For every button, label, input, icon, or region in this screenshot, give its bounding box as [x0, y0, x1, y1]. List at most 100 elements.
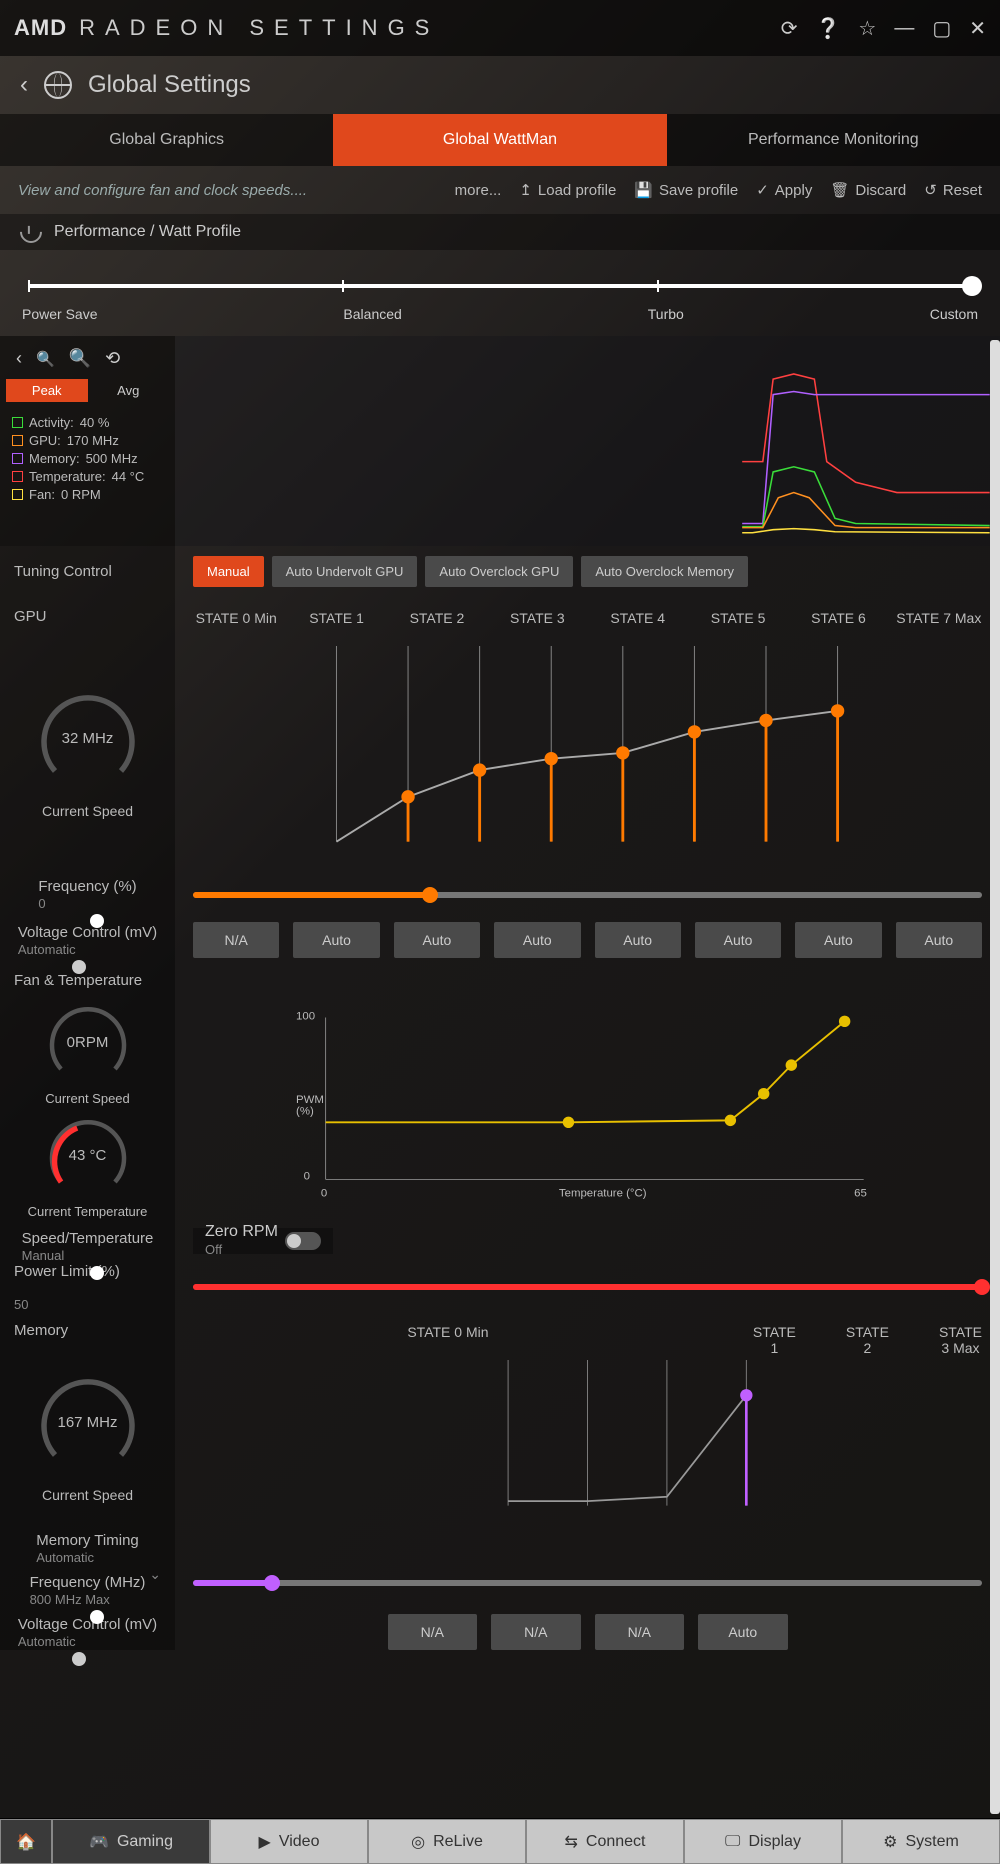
- gpu-frequency-slider[interactable]: [193, 892, 982, 898]
- svg-text:Temperature (°C): Temperature (°C): [559, 1188, 647, 1200]
- gpu-state-7: STATE 7 Max: [896, 610, 982, 626]
- home-button[interactable]: 🏠: [0, 1819, 52, 1864]
- memory-frequency-slider[interactable]: [193, 1580, 982, 1586]
- svg-text:PWM: PWM: [296, 1094, 324, 1106]
- nav-system[interactable]: ⚙ System: [842, 1819, 1000, 1864]
- gpu-volt-1[interactable]: Auto: [293, 922, 379, 958]
- gpu-state-chart[interactable]: [175, 636, 1000, 866]
- nav-video[interactable]: ▶ Video: [210, 1819, 368, 1864]
- power-limit-slider[interactable]: [193, 1284, 982, 1290]
- nav-connect[interactable]: ⇆ Connect: [526, 1819, 684, 1864]
- monitoring-strip: ‹ 🔍 🔍 ⟲ Peak Avg Activity: 40 % GPU: 170…: [0, 336, 1000, 546]
- tuning-manual-button[interactable]: Manual: [193, 556, 264, 587]
- minimize-button[interactable]: —: [894, 17, 914, 40]
- profile-slider-panel: Power Save Balanced Turbo Custom: [0, 250, 1000, 336]
- peak-toggle[interactable]: Peak: [6, 379, 88, 402]
- more-link[interactable]: more...: [455, 182, 502, 199]
- memory-frequency-label: Frequency (MHz)800 MHz Max: [0, 1562, 175, 1604]
- breadcrumb: ‹ Global Settings: [0, 56, 1000, 114]
- globe-icon: [44, 71, 72, 99]
- memory-state-chart[interactable]: [175, 1350, 1000, 1520]
- back-button[interactable]: ‹: [20, 71, 28, 99]
- star-icon[interactable]: ☆: [858, 16, 876, 41]
- temperature-gauge: 43 °C: [43, 1110, 133, 1200]
- svg-text:65: 65: [854, 1188, 867, 1200]
- history-back-button[interactable]: ‹: [16, 348, 22, 369]
- power-limit-label: Power Limit (%)50: [0, 1264, 175, 1310]
- gpu-voltage-label: Voltage Control (mV)Automatic: [0, 912, 175, 962]
- avg-toggle[interactable]: Avg: [88, 379, 170, 402]
- mem-gauge-caption: Current Speed: [42, 1487, 133, 1503]
- mem-volt-1[interactable]: N/A: [491, 1614, 581, 1650]
- scrollbar[interactable]: [990, 340, 1000, 1814]
- discard-button[interactable]: 🗑 Discard: [830, 181, 906, 199]
- gpu-gauge-caption: Current Speed: [42, 803, 133, 819]
- memory-timing-label[interactable]: Memory TimingAutomatic ⌄: [0, 1520, 175, 1562]
- nav-gaming[interactable]: 🎮 Gaming: [52, 1819, 210, 1864]
- bottom-nav: 🏠 🎮 Gaming ▶ Video ◎ ReLive ⇆ Connect 🖵 …: [0, 1818, 1000, 1864]
- gpu-section-label: GPU: [0, 596, 175, 636]
- svg-text:100: 100: [296, 1010, 315, 1022]
- memory-speed-gauge: 167 MHz: [33, 1367, 143, 1477]
- title-bar: AMD RADEON SETTINGS ⟳ ❔ ☆ — ▢ ✕: [0, 0, 1000, 56]
- memory-voltage-label: Voltage Control (mV)Automatic: [0, 1604, 175, 1650]
- refresh-icon[interactable]: ⟲: [105, 348, 120, 369]
- mem-volt-2[interactable]: N/A: [595, 1614, 685, 1650]
- fan-rpm-caption: Current Speed: [45, 1091, 130, 1106]
- main-tabs: Global Graphics Global WattMan Performan…: [0, 114, 1000, 166]
- reset-button[interactable]: ↺ Reset: [924, 181, 982, 199]
- fan-speed-gauge: 0RPM: [43, 997, 133, 1087]
- gpu-state-1: STATE 1: [293, 610, 379, 626]
- sync-icon[interactable]: ⟳: [781, 16, 798, 41]
- tuning-auto-overclock-mem-button[interactable]: Auto Overclock Memory: [581, 556, 748, 587]
- close-button[interactable]: ✕: [969, 16, 986, 41]
- fan-curve-chart[interactable]: 100 PWM (%) 0 0 Temperature (°C) 65: [175, 998, 1000, 1218]
- tuning-auto-undervolt-button[interactable]: Auto Undervolt GPU: [272, 556, 418, 587]
- tab-global-wattman[interactable]: Global WattMan: [333, 114, 666, 166]
- gpu-volt-5[interactable]: Auto: [695, 922, 781, 958]
- maximize-button[interactable]: ▢: [932, 16, 951, 41]
- gpu-state-6: STATE 6: [795, 610, 881, 626]
- zoom-in-icon[interactable]: 🔍: [69, 348, 91, 369]
- profile-stop-custom: Custom: [930, 306, 978, 322]
- gpu-volt-6[interactable]: Auto: [795, 922, 881, 958]
- profile-stop-balanced: Balanced: [343, 306, 401, 322]
- gpu-volt-4[interactable]: Auto: [595, 922, 681, 958]
- mem-volt-0[interactable]: N/A: [388, 1614, 478, 1650]
- speed-temperature-label: Speed/TemperatureManual: [0, 1218, 175, 1264]
- profile-stop-turbo: Turbo: [648, 306, 684, 322]
- tuning-auto-overclock-gpu-button[interactable]: Auto Overclock GPU: [425, 556, 573, 587]
- zoom-out-icon[interactable]: 🔍: [36, 350, 55, 368]
- gpu-state-2: STATE 2: [394, 610, 480, 626]
- fan-section-label: Fan & Temperature: [0, 962, 175, 998]
- nav-relive[interactable]: ◎ ReLive: [368, 1819, 526, 1864]
- apply-button[interactable]: ✓ Apply: [756, 181, 812, 199]
- svg-text:0: 0: [304, 1170, 310, 1182]
- tab-global-graphics[interactable]: Global Graphics: [0, 114, 333, 166]
- temp-caption: Current Temperature: [28, 1204, 148, 1219]
- zero-rpm-label: Zero RPM: [205, 1223, 278, 1240]
- gpu-frequency-label: Frequency (%)0: [0, 866, 175, 912]
- nav-display[interactable]: 🖵 Display: [684, 1819, 842, 1864]
- zero-rpm-toggle[interactable]: [285, 1232, 321, 1250]
- gpu-volt-3[interactable]: Auto: [494, 922, 580, 958]
- save-profile-button[interactable]: 💾 Save profile: [634, 181, 738, 199]
- profile-label: Performance / Watt Profile: [54, 223, 241, 241]
- help-icon[interactable]: ❔: [815, 16, 840, 41]
- gpu-volt-0[interactable]: N/A: [193, 922, 279, 958]
- svg-text:(%): (%): [296, 1106, 314, 1118]
- profile-slider-handle[interactable]: [962, 276, 982, 296]
- gpu-volt-7[interactable]: Auto: [896, 922, 982, 958]
- gpu-state-3: STATE 3: [494, 610, 580, 626]
- memory-section-label: Memory: [0, 1310, 175, 1350]
- tab-performance-monitoring[interactable]: Performance Monitoring: [667, 114, 1000, 166]
- profile-slider[interactable]: [28, 284, 972, 288]
- mem-volt-3[interactable]: Auto: [698, 1614, 788, 1650]
- description-text: View and configure fan and clock speeds.…: [18, 182, 437, 199]
- load-profile-button[interactable]: ↥ Load profile: [519, 181, 616, 199]
- profile-header: Performance / Watt Profile: [0, 214, 1000, 250]
- action-bar: View and configure fan and clock speeds.…: [0, 166, 1000, 214]
- gpu-volt-2[interactable]: Auto: [394, 922, 480, 958]
- svg-text:0: 0: [321, 1188, 327, 1200]
- tuning-control-label: Tuning Control: [0, 546, 175, 596]
